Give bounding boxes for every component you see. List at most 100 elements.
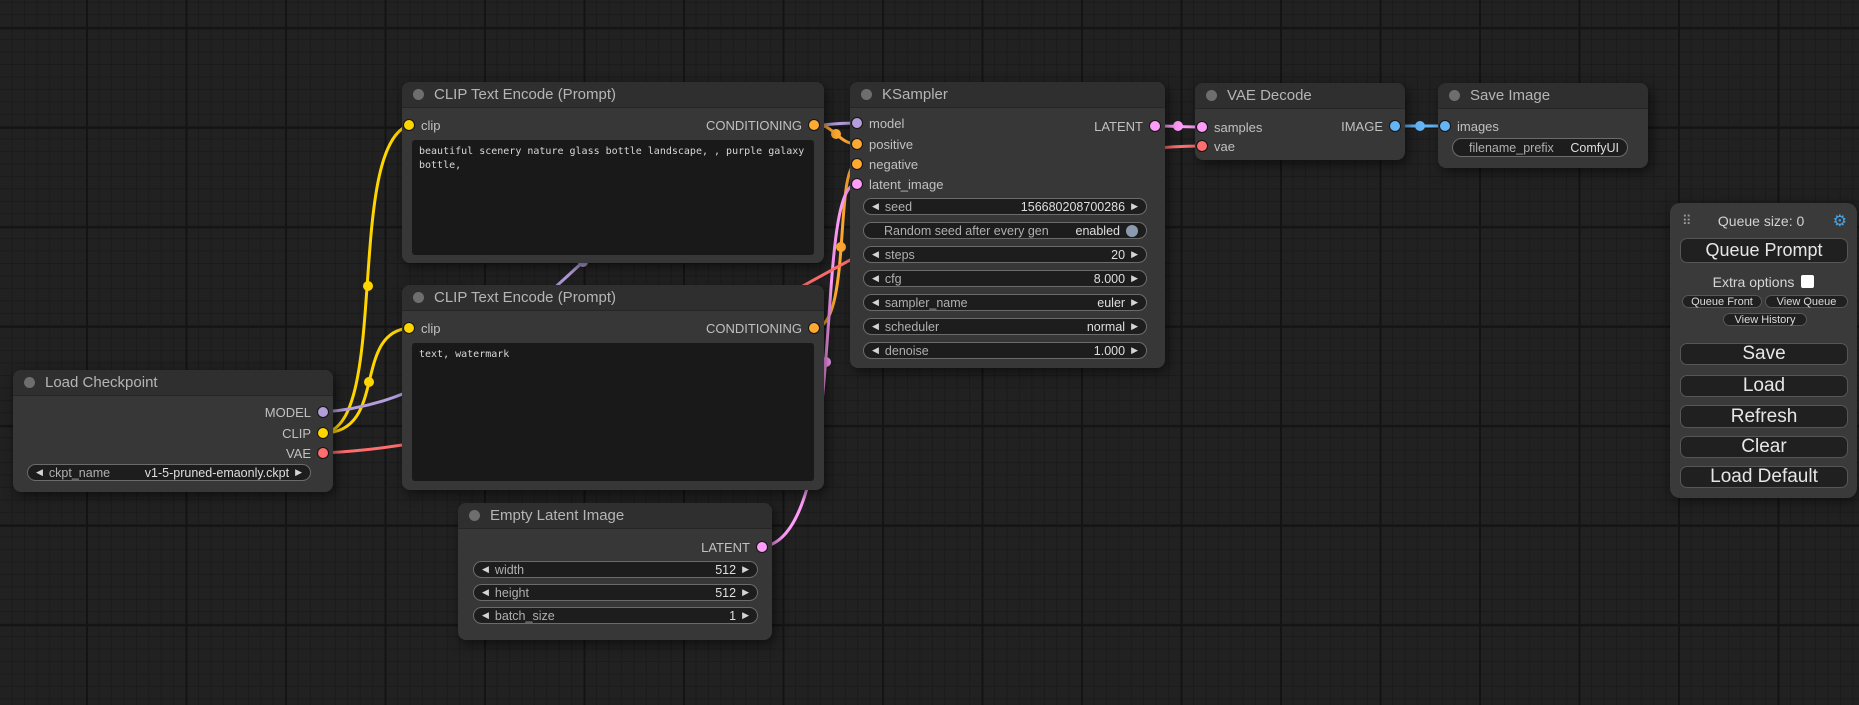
latent-port-dot[interactable]: [1197, 122, 1207, 132]
toggle-knob[interactable]: [1126, 225, 1138, 237]
collapse-dot-icon[interactable]: [861, 89, 872, 100]
increment-arrow-icon[interactable]: ▶: [742, 588, 749, 597]
vae-port-dot[interactable]: [1197, 141, 1207, 151]
node-title-bar[interactable]: Save Image: [1438, 83, 1648, 109]
decrement-arrow-icon[interactable]: ◀: [872, 322, 879, 331]
node-ksampler[interactable]: KSampler model positive negative latent_…: [850, 82, 1165, 368]
clip-port-dot[interactable]: [404, 323, 414, 333]
decrement-arrow-icon[interactable]: ◀: [482, 611, 489, 620]
drag-handle-icon[interactable]: ⠿: [1682, 213, 1690, 229]
port-label: MODEL: [265, 405, 311, 420]
node-title-bar[interactable]: CLIP Text Encode (Prompt): [402, 285, 824, 311]
load-default-button[interactable]: Load Default: [1680, 466, 1848, 488]
widget-label: steps: [885, 248, 915, 262]
view-history-button[interactable]: View History: [1723, 313, 1807, 326]
model-port-dot[interactable]: [852, 118, 862, 128]
port-label: clip: [421, 321, 441, 336]
vae-port-dot[interactable]: [318, 448, 328, 458]
model-port-dot[interactable]: [318, 407, 328, 417]
decrement-arrow-icon[interactable]: ◀: [482, 588, 489, 597]
widget-value: 1: [729, 609, 736, 623]
increment-arrow-icon[interactable]: ▶: [742, 611, 749, 620]
filename-prefix-widget[interactable]: filename_prefix ComfyUI: [1452, 138, 1628, 157]
output-port-model: MODEL: [265, 404, 328, 420]
latent-port-dot[interactable]: [1150, 121, 1160, 131]
widget-label: width: [495, 563, 524, 577]
queue-front-button[interactable]: Queue Front: [1682, 295, 1762, 308]
decrement-arrow-icon[interactable]: ◀: [36, 468, 43, 477]
collapse-dot-icon[interactable]: [24, 377, 35, 388]
width-widget[interactable]: ◀ width 512 ▶: [473, 561, 758, 578]
increment-arrow-icon[interactable]: ▶: [1131, 298, 1138, 307]
steps-widget[interactable]: ◀ steps 20 ▶: [863, 246, 1147, 263]
increment-arrow-icon[interactable]: ▶: [1131, 322, 1138, 331]
node-title: Load Checkpoint: [45, 374, 158, 391]
random-seed-toggle-widget[interactable]: Random seed after every gen enabled: [863, 222, 1147, 239]
height-widget[interactable]: ◀ height 512 ▶: [473, 584, 758, 601]
refresh-button[interactable]: Refresh: [1680, 405, 1848, 428]
node-title-bar[interactable]: VAE Decode: [1195, 83, 1405, 109]
widget-label: scheduler: [885, 320, 939, 334]
widget-value: 512: [715, 563, 736, 577]
decrement-arrow-icon[interactable]: ◀: [872, 346, 879, 355]
node-clip-text-encode-negative[interactable]: CLIP Text Encode (Prompt) clip CONDITION…: [402, 285, 824, 490]
positive-prompt-textarea[interactable]: beautiful scenery nature glass bottle la…: [412, 140, 814, 255]
batch-size-widget[interactable]: ◀ batch_size 1 ▶: [473, 607, 758, 624]
image-port-dot[interactable]: [1390, 121, 1400, 131]
cfg-widget[interactable]: ◀ cfg 8.000 ▶: [863, 270, 1147, 287]
decrement-arrow-icon[interactable]: ◀: [872, 298, 879, 307]
input-port-positive: positive: [852, 136, 913, 152]
save-button[interactable]: Save: [1680, 343, 1848, 365]
conditioning-port-dot[interactable]: [852, 159, 862, 169]
node-load-checkpoint[interactable]: Load Checkpoint MODEL CLIP VAE ◀ ckpt_na…: [13, 370, 333, 492]
seed-widget[interactable]: ◀ seed 156680208700286 ▶: [863, 198, 1147, 215]
conditioning-port-dot[interactable]: [852, 139, 862, 149]
output-port-latent: LATENT: [1094, 118, 1160, 134]
node-title-bar[interactable]: CLIP Text Encode (Prompt): [402, 82, 824, 108]
ckpt-name-widget[interactable]: ◀ ckpt_name v1-5-pruned-emaonly.ckpt ▶: [27, 464, 311, 481]
sampler-name-widget[interactable]: ◀ sampler_name euler ▶: [863, 294, 1147, 311]
latent-port-dot[interactable]: [852, 179, 862, 189]
collapse-dot-icon[interactable]: [1449, 90, 1460, 101]
node-empty-latent-image[interactable]: Empty Latent Image LATENT ◀ width 512 ▶ …: [458, 503, 772, 640]
node-title-bar[interactable]: KSampler: [850, 82, 1165, 108]
collapse-dot-icon[interactable]: [413, 292, 424, 303]
node-clip-text-encode-positive[interactable]: CLIP Text Encode (Prompt) clip CONDITION…: [402, 82, 824, 263]
node-title-bar[interactable]: Load Checkpoint: [13, 370, 333, 396]
conditioning-port-dot[interactable]: [809, 120, 819, 130]
load-button[interactable]: Load: [1680, 375, 1848, 397]
clip-port-dot[interactable]: [318, 428, 328, 438]
decrement-arrow-icon[interactable]: ◀: [872, 274, 879, 283]
increment-arrow-icon[interactable]: ▶: [1131, 250, 1138, 259]
extra-options-checkbox[interactable]: [1801, 275, 1814, 288]
collapse-dot-icon[interactable]: [1206, 90, 1217, 101]
decrement-arrow-icon[interactable]: ◀: [482, 565, 489, 574]
image-port-dot[interactable]: [1440, 121, 1450, 131]
denoise-widget[interactable]: ◀ denoise 1.000 ▶: [863, 342, 1147, 359]
clip-port-dot[interactable]: [404, 120, 414, 130]
view-queue-button[interactable]: View Queue: [1765, 295, 1848, 308]
settings-gear-icon[interactable]: ⚙: [1833, 211, 1847, 231]
clear-button[interactable]: Clear: [1680, 436, 1848, 458]
conditioning-port-dot[interactable]: [809, 323, 819, 333]
latent-port-dot[interactable]: [757, 542, 767, 552]
increment-arrow-icon[interactable]: ▶: [742, 565, 749, 574]
increment-arrow-icon[interactable]: ▶: [295, 468, 302, 477]
collapse-dot-icon[interactable]: [469, 510, 480, 521]
increment-arrow-icon[interactable]: ▶: [1131, 274, 1138, 283]
negative-prompt-textarea[interactable]: text, watermark: [412, 343, 814, 481]
port-label: latent_image: [869, 177, 943, 192]
queue-prompt-button[interactable]: Queue Prompt: [1680, 238, 1848, 263]
input-port-images: images: [1440, 118, 1499, 134]
increment-arrow-icon[interactable]: ▶: [1131, 346, 1138, 355]
node-title-bar[interactable]: Empty Latent Image: [458, 503, 772, 529]
decrement-arrow-icon[interactable]: ◀: [872, 250, 879, 259]
comfyui-canvas[interactable]: { "colors": { "model": "#B39DDB", "clip"…: [0, 0, 1859, 705]
node-vae-decode[interactable]: VAE Decode samples vae IMAGE: [1195, 83, 1405, 160]
decrement-arrow-icon[interactable]: ◀: [872, 202, 879, 211]
node-save-image[interactable]: Save Image images filename_prefix ComfyU…: [1438, 83, 1648, 168]
scheduler-widget[interactable]: ◀ scheduler normal ▶: [863, 318, 1147, 335]
increment-arrow-icon[interactable]: ▶: [1131, 202, 1138, 211]
collapse-dot-icon[interactable]: [413, 89, 424, 100]
port-label: CONDITIONING: [706, 321, 802, 336]
